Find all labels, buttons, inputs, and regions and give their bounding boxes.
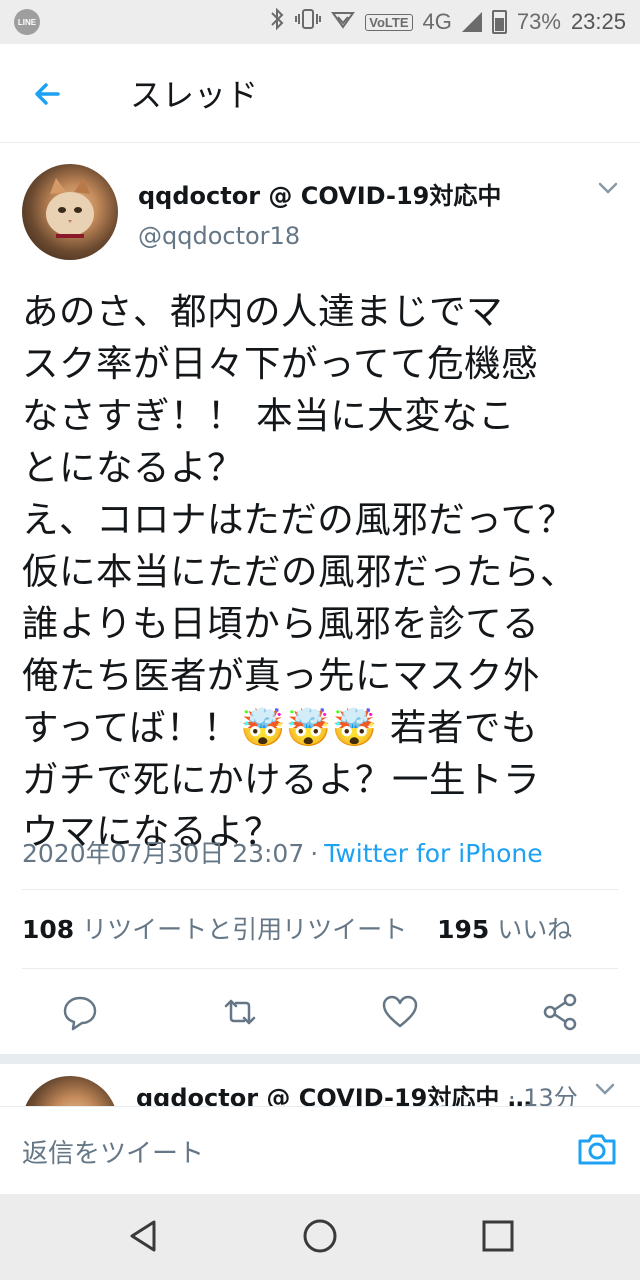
volte-badge: VoLTE <box>365 13 413 31</box>
author-name[interactable]: qqdoctor @ COVID-19対応中 <box>138 176 501 211</box>
retweet-icon[interactable] <box>218 990 262 1034</box>
reply-input[interactable]: 返信をツイート <box>22 1133 204 1170</box>
like-stat[interactable]: 195 いいね <box>437 915 572 944</box>
author-handle[interactable]: @qqdoctor18 <box>138 222 300 250</box>
line-notification-icon: LINE <box>14 9 40 35</box>
like-heart-icon[interactable] <box>378 990 422 1034</box>
battery-icon <box>491 10 507 34</box>
page-title: スレッド <box>130 76 259 114</box>
divider <box>22 968 618 969</box>
status-bar: LINE VoLTE 4G 73% 23:25 <box>0 0 640 44</box>
system-navigation-bar <box>0 1194 640 1280</box>
reply-tweet[interactable]: qqdoctor @ COVID-19対応中 … · 13分 <box>0 1064 640 1106</box>
tweet-source-link[interactable]: Twitter for iPhone <box>324 839 542 868</box>
back-arrow-icon[interactable] <box>28 72 72 116</box>
meta-separator: · <box>310 839 319 868</box>
share-icon[interactable] <box>538 990 582 1034</box>
battery-percent: 73% <box>516 9 561 34</box>
chevron-down-icon[interactable] <box>594 1080 616 1102</box>
vibrate-icon <box>295 8 322 36</box>
signal-icon <box>461 12 482 32</box>
reply-composer[interactable]: 返信をツイート <box>0 1106 640 1195</box>
back-triangle-icon[interactable] <box>124 1216 164 1256</box>
section-divider <box>0 1054 640 1064</box>
clock: 23:25 <box>570 9 626 34</box>
tweet-date: 2020年07月30日 23:07 <box>22 839 305 868</box>
camera-icon[interactable] <box>576 1129 618 1171</box>
chevron-down-icon[interactable] <box>596 178 620 198</box>
tweet-stats: 108 リツイートと引用リツイート 195 いいね <box>22 910 572 946</box>
reply-author-name: qqdoctor @ COVID-19対応中 … <box>136 1084 532 1106</box>
retweet-stat[interactable]: 108 リツイートと引用リツイート <box>22 915 407 944</box>
avatar[interactable] <box>22 164 118 260</box>
home-circle-icon[interactable] <box>300 1216 340 1256</box>
recents-square-icon[interactable] <box>478 1216 518 1256</box>
hotspot-icon <box>331 9 356 35</box>
tweet-meta: 2020年07月30日 23:07 · Twitter for iPhone <box>22 834 543 870</box>
app-header: スレッド <box>0 44 640 143</box>
bluetooth-icon <box>269 7 285 37</box>
tweet-text: あのさ、都内の人達まじでマ スク率が日々下がってて危機感 なさすぎ！！ 本当に大… <box>22 290 577 853</box>
network-type: 4G <box>422 9 452 34</box>
reply-icon[interactable] <box>58 990 102 1034</box>
avatar[interactable] <box>22 1076 118 1106</box>
divider <box>22 889 618 890</box>
reply-time: · 13分 <box>508 1084 578 1106</box>
